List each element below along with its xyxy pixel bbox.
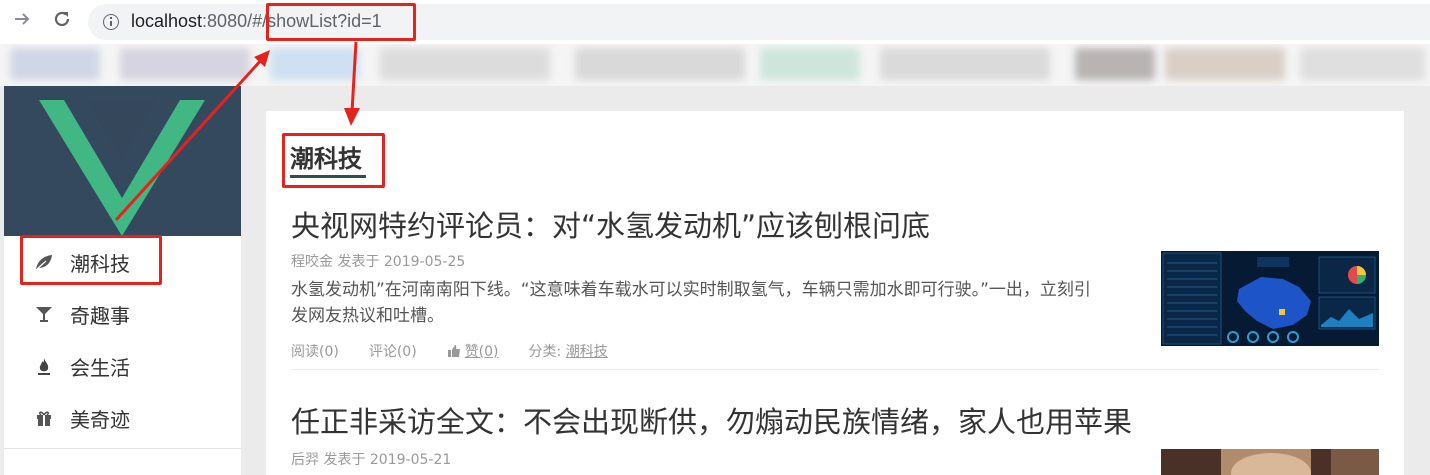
annotation-box-title — [282, 133, 385, 188]
reload-icon[interactable] — [48, 8, 76, 36]
flame-icon — [34, 356, 54, 376]
sidebar-item-beauty[interactable]: 美奇迹 — [4, 392, 241, 444]
article-author: 后羿 — [291, 452, 319, 468]
article-thumbnail[interactable] — [1161, 449, 1379, 475]
blurred-bookmark[interactable] — [270, 48, 360, 80]
sidebar-item-fun[interactable]: 奇趣事 — [4, 288, 241, 340]
article-item: 任正非采访全文：不会出现断供，勿煽动民族情绪，家人也用苹果 后羿 发表于 201… — [291, 399, 1379, 475]
info-icon[interactable] — [103, 14, 119, 30]
annotation-box-url — [266, 3, 416, 41]
goblet-icon — [34, 304, 54, 324]
article-date: 发表于 2019-05-21 — [323, 452, 452, 468]
gift-icon — [34, 408, 54, 428]
blurred-bookmark[interactable] — [575, 48, 745, 80]
comment-count[interactable]: 评论(0) — [369, 341, 417, 361]
article-description: 水氢发动机”在河南南阳下线。“这意味着车载水可以实时制取氢气，车辆只需加水即可行… — [291, 280, 1091, 326]
sidebar-item-label: 美奇迹 — [70, 407, 130, 432]
blurred-bookmark[interactable] — [1300, 48, 1425, 80]
article-date: 发表于 2019-05-25 — [337, 254, 466, 270]
sidebar-item-label: 奇趣事 — [70, 303, 130, 328]
article-thumbnail[interactable] — [1161, 251, 1379, 346]
thumbs-up-icon — [447, 345, 460, 357]
blurred-bookmark[interactable] — [120, 48, 250, 80]
article-title[interactable]: 央视网特约评论员：对“水氢发动机”应该刨根问底 — [291, 203, 930, 245]
article-stats: 阅读(0) 评论(0) 赞(0) 分类: 潮科技 — [291, 341, 608, 361]
sidebar-divider — [4, 448, 241, 449]
blurred-bookmark[interactable] — [380, 48, 550, 80]
article-divider — [291, 369, 1379, 370]
sidebar-item-label: 会生活 — [70, 355, 130, 380]
like-button[interactable]: 赞(0) — [447, 341, 499, 361]
category-link[interactable]: 潮科技 — [566, 344, 608, 360]
article-title[interactable]: 任正非采访全文：不会出现断供，勿煽动民族情绪，家人也用苹果 — [291, 399, 1132, 441]
bookmarks-bar — [0, 44, 1430, 86]
main-content: 潮科技 央视网特约评论员：对“水氢发动机”应该刨根问底 程咬金 发表于 2019… — [266, 111, 1404, 475]
vue-logo — [4, 86, 241, 236]
sidebar-item-life[interactable]: 会生活 — [4, 340, 241, 392]
article-meta: 后羿 发表于 2019-05-21 — [291, 449, 451, 469]
article-category: 分类: 潮科技 — [528, 344, 608, 360]
browser-toolbar: localhost:8080/#/showList?id=1 — [0, 0, 1430, 44]
like-count[interactable]: 赞(0) — [465, 341, 499, 361]
forward-arrow-icon[interactable] — [8, 8, 36, 36]
article-meta: 程咬金 发表于 2019-05-25 — [291, 251, 465, 271]
blurred-bookmark[interactable] — [760, 48, 860, 80]
article-author: 程咬金 — [291, 254, 333, 270]
blurred-bookmark[interactable] — [1075, 48, 1155, 80]
blurred-bookmark[interactable] — [10, 48, 100, 80]
blurred-bookmark[interactable] — [880, 48, 1050, 80]
annotation-box-menu — [20, 235, 162, 285]
blurred-bookmark[interactable] — [1165, 48, 1285, 80]
browser-window: localhost:8080/#/showList?id=1 潮科技 奇趣事 会… — [0, 0, 1430, 475]
read-count: 阅读(0) — [291, 344, 339, 360]
article-item: 央视网特约评论员：对“水氢发动机”应该刨根问底 程咬金 发表于 2019-05-… — [291, 203, 1379, 378]
